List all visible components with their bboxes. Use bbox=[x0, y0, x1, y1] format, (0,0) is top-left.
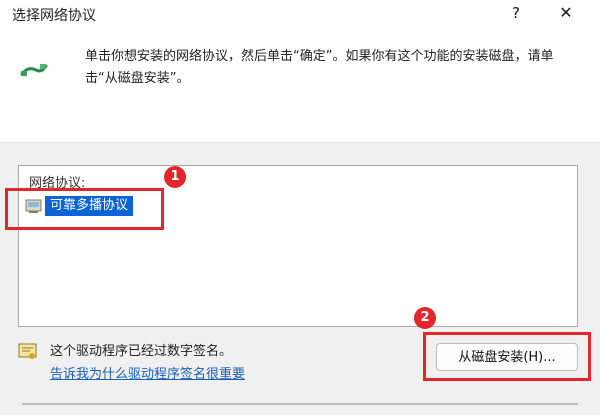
signature-info-link[interactable]: 告诉我为什么驱动程序签名很重要 bbox=[50, 363, 245, 382]
signature-status: 这个驱动程序已经过数字签名。 bbox=[50, 344, 233, 359]
network-wire-icon bbox=[20, 62, 48, 82]
title-bar: 选择网络协议 ? ✕ bbox=[0, 0, 600, 26]
close-button[interactable]: ✕ bbox=[550, 0, 582, 26]
footer-divider bbox=[22, 403, 578, 405]
annotation-badge-2: 2 bbox=[414, 307, 436, 329]
dialog-header: 单击你想安装的网络协议，然后单击“确定”。如果你有这个功能的安装磁盘，请单击“从… bbox=[0, 26, 600, 142]
annotation-box-1 bbox=[5, 188, 164, 230]
dialog-title: 选择网络协议 bbox=[12, 8, 96, 24]
annotation-box-2 bbox=[423, 332, 591, 381]
signature-certificate-icon bbox=[18, 343, 38, 365]
annotation-badge-1: 1 bbox=[164, 166, 186, 188]
instruction-text: 单击你想安装的网络协议，然后单击“确定”。如果你有这个功能的安装磁盘，请单击“从… bbox=[85, 49, 554, 86]
help-button[interactable]: ? bbox=[500, 0, 532, 26]
